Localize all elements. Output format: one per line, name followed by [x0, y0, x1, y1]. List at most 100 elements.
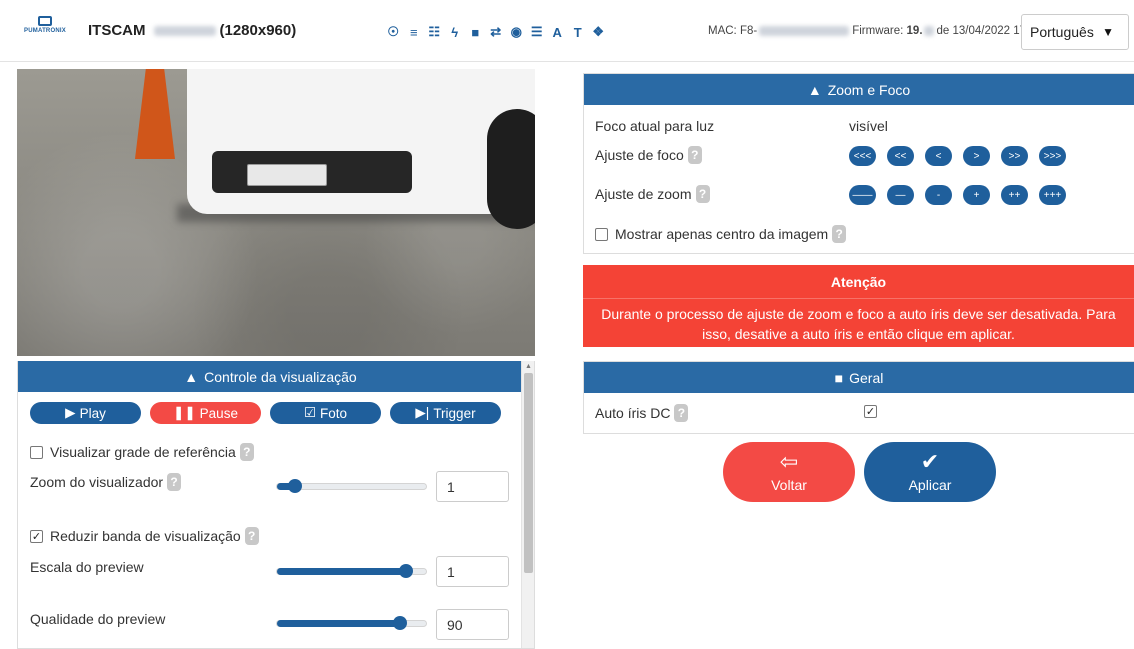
apply-button[interactable]: ✔ Aplicar [864, 442, 996, 502]
sliders-icon[interactable]: ☰ [527, 22, 548, 42]
pause-button[interactable]: ❚❚ Pause [150, 402, 261, 424]
attention-message: Durante o processo de ajuste de zoom e f… [601, 306, 1116, 342]
preview-scale-row: Escala do preview [30, 559, 144, 575]
preview-quality-slider[interactable] [276, 616, 427, 630]
chevron-down-icon: ▼ [1102, 25, 1114, 39]
help-icon[interactable]: ? [674, 404, 689, 422]
camera-preview[interactable] [17, 69, 535, 356]
zoom-button-group: —— — - + ++ +++ [849, 185, 1066, 205]
road-icon[interactable]: A [547, 22, 568, 42]
photo-button[interactable]: ☑ Foto [270, 402, 381, 424]
auto-iris-label: Auto íris DC [595, 405, 671, 421]
device-title: ITSCAM (1280x960) [88, 22, 296, 39]
sign-out-icon: ⇦ [779, 449, 799, 474]
focus-light-text: Foco atual para luz [595, 118, 715, 134]
play-label: Play [79, 405, 106, 421]
video-camera-icon: ■ [834, 369, 844, 386]
eye-icon[interactable]: ◉ [506, 22, 527, 42]
zoom-focus-header: ▲ Zoom e Foco [584, 74, 1134, 105]
zoom-adjust-label: Ajuste de zoom [595, 186, 692, 202]
mac-label: MAC: F8- [708, 25, 758, 37]
focus-button-group: <<< << < > >> >>> [849, 146, 1066, 166]
focus-button-0[interactable]: <<< [849, 146, 876, 166]
slider-fill [277, 568, 406, 575]
preview-scale-slider[interactable] [276, 564, 427, 578]
trigger-button[interactable]: ▶| Trigger [390, 402, 501, 424]
slider-handle[interactable] [288, 479, 302, 493]
calendar-icon[interactable]: ☷ [424, 22, 445, 42]
zoom-viewer-label: Zoom do visualizador [30, 474, 164, 490]
viewer-panel-title: Controle da visualização [204, 368, 357, 385]
road-icon: ▲ [184, 368, 199, 385]
zoom-button-4[interactable]: ++ [1001, 185, 1028, 205]
zoom-viewer-slider[interactable] [276, 479, 427, 493]
viewer-actions: ▶ Play ❚❚ Pause ☑ Foto ▶| Trigger [30, 402, 501, 424]
slider-handle[interactable] [393, 616, 407, 630]
zoom-viewer-row: Zoom do visualizador ? [30, 473, 182, 491]
nav-icon-bar: ☉ ≡ ☷ ϟ ■ ⇄ ◉ ☰ A T ❖ [383, 22, 609, 42]
pumatronix-logo: PUMATRONIX [22, 16, 68, 46]
center-only-label: Mostrar apenas centro da imagem [615, 226, 829, 242]
zoom-button-2[interactable]: - [925, 185, 952, 205]
help-icon[interactable]: ? [167, 473, 182, 491]
focus-button-4[interactable]: >> [1001, 146, 1028, 166]
focus-light-value: visível [849, 118, 888, 134]
filter-icon[interactable]: T [568, 22, 589, 42]
focus-button-5[interactable]: >>> [1039, 146, 1066, 166]
car-icon[interactable]: ❖ [588, 22, 609, 42]
language-select[interactable]: Português ▼ [1021, 14, 1129, 50]
rss-icon[interactable]: ☉ [383, 22, 404, 42]
scroll-up-icon[interactable]: ▲ [525, 363, 532, 370]
help-icon[interactable]: ? [687, 146, 702, 164]
zoom-button-1[interactable]: — [887, 185, 914, 205]
license-plate [247, 164, 327, 186]
auto-iris-control: ✓ [864, 405, 884, 418]
general-panel: ■ Geral Auto íris DC ? ✓ [583, 361, 1134, 434]
car-wheel [487, 109, 535, 229]
help-icon[interactable]: ? [244, 527, 259, 545]
zoom-focus-panel: ▲ Zoom e Foco Foco atual para luz visíve… [583, 73, 1134, 254]
zoom-button-3[interactable]: + [963, 185, 990, 205]
general-header: ■ Geral [584, 362, 1134, 393]
preview-scale-label: Escala do preview [30, 559, 144, 575]
logo-mark [38, 16, 52, 26]
bolt-icon[interactable]: ϟ [445, 22, 466, 42]
attention-title: Atenção [583, 265, 1134, 299]
firmware-label: Firmware: [852, 25, 904, 37]
camera-icon[interactable]: ■ [465, 22, 486, 42]
exchange-icon[interactable]: ⇄ [486, 22, 507, 42]
preview-scale-input[interactable]: 1 [436, 556, 509, 587]
grid-toggle-row: Visualizar grade de referência ? [30, 443, 254, 461]
grid-checkbox[interactable] [30, 445, 43, 459]
pause-label: Pause [199, 405, 238, 421]
grid-label: Visualizar grade de referência [50, 444, 236, 460]
help-icon[interactable]: ? [832, 225, 847, 243]
top-header: PUMATRONIX ITSCAM (1280x960) ☉ ≡ ☷ ϟ ■ ⇄ ◉ ☰ A T ❖… [0, 0, 1134, 62]
zoom-viewer-input[interactable]: 1 [436, 471, 509, 502]
reduce-band-checkbox[interactable]: ✓ [30, 529, 43, 543]
preview-quality-input[interactable]: 90 [436, 609, 509, 640]
database-icon[interactable]: ≡ [404, 22, 425, 42]
zoom-button-0[interactable]: —— [849, 185, 876, 205]
center-only-checkbox[interactable] [595, 227, 608, 241]
zoom-button-5[interactable]: +++ [1039, 185, 1066, 205]
slider-handle[interactable] [399, 564, 413, 578]
back-button[interactable]: ⇦ Voltar [723, 442, 855, 502]
slider-fill [277, 620, 400, 627]
focus-button-2[interactable]: < [925, 146, 952, 166]
play-icon: ▶ [65, 405, 76, 420]
play-button[interactable]: ▶ Play [30, 402, 141, 424]
help-icon[interactable]: ? [239, 443, 254, 461]
photo-label: Foto [320, 405, 348, 421]
help-icon[interactable]: ? [695, 185, 710, 203]
panel-scrollbar[interactable]: ▲ [521, 361, 534, 648]
focus-button-3[interactable]: > [963, 146, 990, 166]
firmware-value: 19. [906, 25, 923, 37]
apply-label: Aplicar [908, 477, 952, 493]
pause-icon: ❚❚ [173, 405, 196, 420]
focus-button-1[interactable]: << [887, 146, 914, 166]
device-info: MAC: F8- Firmware: 19. de 13/04/2022 17:… [708, 25, 1057, 37]
scrollbar-thumb[interactable] [524, 373, 533, 573]
auto-iris-checkbox[interactable]: ✓ [864, 405, 877, 418]
preview-scale-value: 1 [447, 563, 455, 580]
